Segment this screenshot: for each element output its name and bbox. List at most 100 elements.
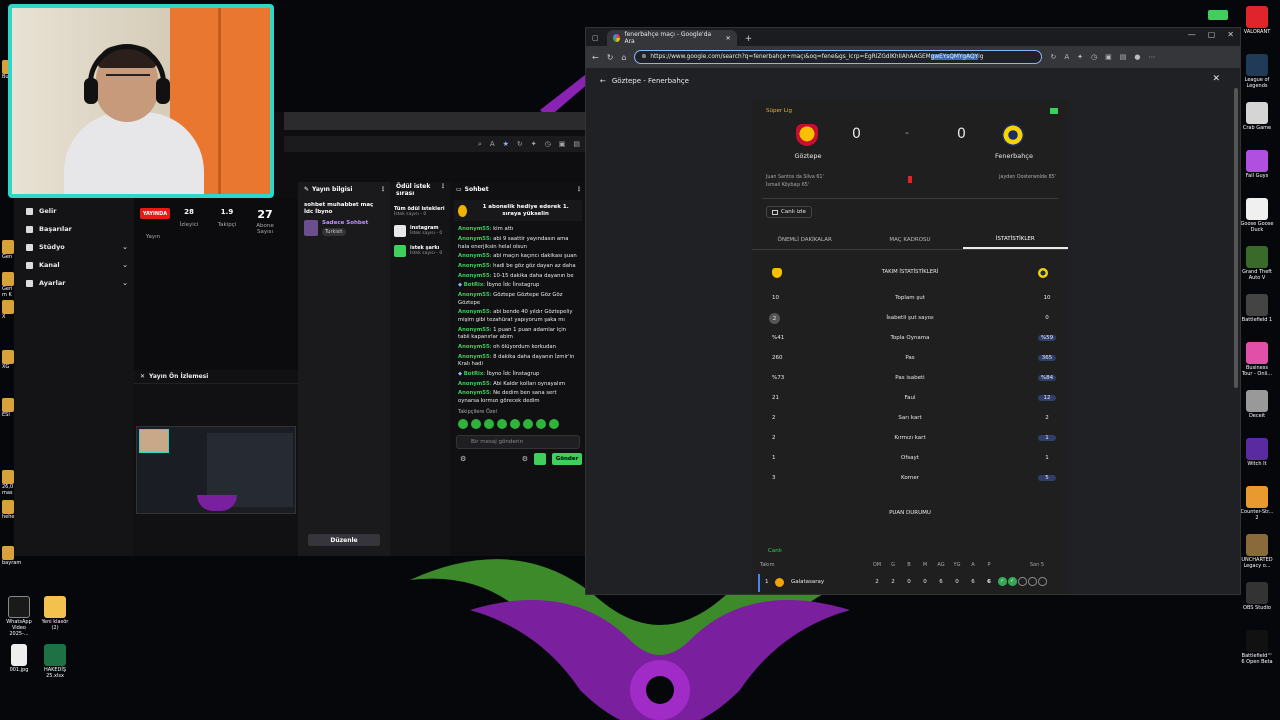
emote-icon[interactable]	[471, 418, 481, 429]
tab-google-search[interactable]: fenerbahçe maçı - Google'da Ara ✕	[606, 30, 737, 46]
favorite-star-icon[interactable]: ★	[503, 140, 509, 148]
goztepe-crest-icon[interactable]	[796, 124, 818, 146]
watch-live-button[interactable]: Canlı izle	[766, 206, 812, 218]
desktop-icon-app[interactable]: VALORANT	[1240, 6, 1274, 36]
chat-username[interactable]: BotRix	[464, 371, 484, 377]
more-options-icon[interactable]: ⋮	[576, 186, 582, 193]
reward-all[interactable]: Tüm ödül istekleri İstek sayısı - 0	[390, 202, 450, 221]
desktop-icon-app[interactable]: Goose Goose Duck	[1240, 198, 1274, 234]
nav-item-basarilar[interactable]: Başarılar	[14, 220, 134, 238]
chat-username[interactable]: Anonym55	[458, 327, 490, 333]
chat-message-input[interactable]: Bir mesaj gönderin	[456, 434, 580, 449]
emote-icon[interactable]	[484, 418, 494, 429]
split-screen-icon[interactable]: ▣	[1105, 53, 1112, 61]
chat-username[interactable]: Anonym55	[458, 390, 490, 396]
emote-icon[interactable]	[458, 418, 468, 429]
back-icon[interactable]: ←	[592, 53, 599, 62]
refresh-extension-icon[interactable]: ↻	[1050, 53, 1056, 61]
extensions-icon[interactable]: ✦	[531, 140, 537, 148]
nav-item-kanal[interactable]: Kanal ⌄	[14, 256, 134, 274]
collections-icon[interactable]: ▤	[573, 140, 580, 148]
chat-username[interactable]: Anonym55	[458, 273, 490, 279]
desktop-icon-whatsapp-video[interactable]: WhatsApp Video 2025-...	[2, 596, 36, 637]
chat-username[interactable]: Anonym55	[458, 236, 490, 242]
tab-stats[interactable]: İSTATİSTİKLER	[962, 230, 1068, 249]
gear-icon[interactable]: ⚙	[522, 455, 528, 463]
home-team-name[interactable]: Göztepe	[768, 152, 848, 160]
history-icon[interactable]: ◷	[1091, 53, 1097, 61]
desktop-icon-app[interactable]: Witch It	[1240, 438, 1274, 468]
desktop-icon-app[interactable]: Crab Game	[1240, 102, 1274, 132]
desktop-icon-app[interactable]: OBS Studio	[1240, 582, 1274, 612]
new-tab-icon[interactable]: +	[745, 34, 753, 44]
emote-icon[interactable]	[549, 418, 559, 429]
tab-key-moments[interactable]: ÖNEMLİ DAKİKALAR	[752, 230, 857, 249]
standings-row[interactable]: 1 Galatasaray 2 2 0 0 6 0 6 6 ✓ ✓	[758, 574, 1062, 592]
more-options-icon[interactable]: ⋮	[440, 183, 446, 191]
tab-lineups[interactable]: MAÇ KADROSU	[857, 230, 962, 249]
emote-icon[interactable]	[497, 418, 507, 429]
desktop-icon-app[interactable]: Business Tour - Onli...	[1240, 342, 1274, 378]
chat-username[interactable]: Anonym55	[458, 292, 490, 298]
fenerbahce-crest-icon[interactable]	[1002, 124, 1024, 146]
close-icon[interactable]: ✕	[1212, 74, 1220, 84]
emote-icon[interactable]	[536, 418, 546, 429]
nav-item-studyo[interactable]: Stüdyo ⌄	[14, 238, 134, 256]
bot-icon[interactable]	[534, 452, 546, 465]
address-bar[interactable]: ⊚ https://www.google.com/search?q=fenerb…	[634, 50, 1043, 64]
desktop-icon-app[interactable]: Counter-Str... 2	[1240, 486, 1274, 522]
history-icon[interactable]: ◷	[545, 140, 551, 148]
extensions-icon[interactable]: ✦	[1077, 53, 1083, 61]
emote-icon[interactable]	[523, 418, 533, 429]
read-aloud-icon[interactable]: A	[490, 140, 495, 148]
close-window-icon[interactable]: ✕	[1227, 30, 1234, 39]
stream-preview-image[interactable]	[136, 426, 296, 514]
send-button[interactable]: Gönder	[552, 452, 582, 465]
desktop-icon-excel-file[interactable]: HAKEDİŞ 25.xlsx	[38, 644, 72, 680]
menu-icon[interactable]: ⋯	[1149, 53, 1156, 61]
chat-username[interactable]: Anonym55	[458, 381, 490, 387]
home-icon[interactable]: ⌂	[621, 53, 626, 62]
desktop-icon-app[interactable]: Battlefield™ 6 Open Beta	[1240, 630, 1274, 666]
edit-button[interactable]: Düzenle	[308, 534, 380, 546]
minimize-icon[interactable]: —	[1188, 30, 1196, 39]
nav-item-ayarlar[interactable]: Ayarlar ⌄	[14, 274, 134, 292]
zoom-icon[interactable]: ⌕	[478, 140, 482, 149]
desktop-icon-app[interactable]: League of Legends	[1240, 54, 1274, 90]
chat-username[interactable]: Anonym55	[458, 354, 490, 360]
scrollbar[interactable]	[1234, 88, 1238, 388]
desktop-icon-app[interactable]: Deceit	[1240, 390, 1274, 420]
back-arrow-icon[interactable]: ←	[600, 77, 606, 85]
site-info-icon[interactable]: ⊚	[641, 54, 646, 60]
gift-sub-banner[interactable]: 1 abonelik hediye ederek 1. sıraya yükse…	[454, 200, 582, 222]
profile-icon[interactable]: ●	[1134, 53, 1140, 61]
emote-icon[interactable]	[510, 418, 520, 429]
desktop-icon-app[interactable]: Grand Theft Auto V	[1240, 246, 1274, 282]
league-name[interactable]: Süper Lig	[766, 108, 792, 114]
reload-icon[interactable]: ↻	[607, 53, 614, 62]
nav-item-gelir[interactable]: Gelir	[14, 202, 134, 220]
reward-song-request[interactable]: istek şarkı İstek sayısı - 0	[390, 241, 450, 261]
stream-category[interactable]: Sadece Sohbet	[322, 220, 368, 226]
chat-username[interactable]: Anonym55	[458, 309, 490, 315]
chat-username[interactable]: Anonym55	[458, 253, 490, 259]
desktop-icon-new-folder[interactable]: Yeni klasör (2)	[38, 596, 72, 632]
chat-username[interactable]: Anonym55	[458, 344, 490, 350]
tab-actions-icon[interactable]: ▢	[592, 34, 599, 42]
chat-username[interactable]: Anonym55	[458, 226, 490, 232]
reward-instagram[interactable]: instagram İstek sayısı - 0	[390, 221, 450, 241]
read-aloud-icon[interactable]: A	[1064, 53, 1069, 61]
refresh-icon[interactable]: ↻	[517, 140, 523, 148]
collections-icon[interactable]: ▤	[1120, 53, 1127, 61]
close-icon[interactable]: ✕	[140, 373, 145, 380]
desktop-icon-app[interactable]: Battlefield 1	[1240, 294, 1274, 324]
desktop-icon-app[interactable]: UNCHARTED Legacy o...	[1240, 534, 1274, 570]
more-options-icon[interactable]: ⋮	[380, 186, 386, 193]
split-icon[interactable]: ▣	[559, 140, 566, 148]
desktop-icon-app[interactable]: Fall Guys	[1240, 150, 1274, 180]
desktop-icon-image-file[interactable]: 001.jpg	[2, 644, 36, 674]
away-team-name[interactable]: Fenerbahçe	[974, 152, 1054, 160]
settings-gear-icon[interactable]: ⚙	[460, 455, 466, 463]
chat-username[interactable]: Anonym55	[458, 263, 490, 269]
chat-username[interactable]: BotRix	[464, 282, 484, 288]
